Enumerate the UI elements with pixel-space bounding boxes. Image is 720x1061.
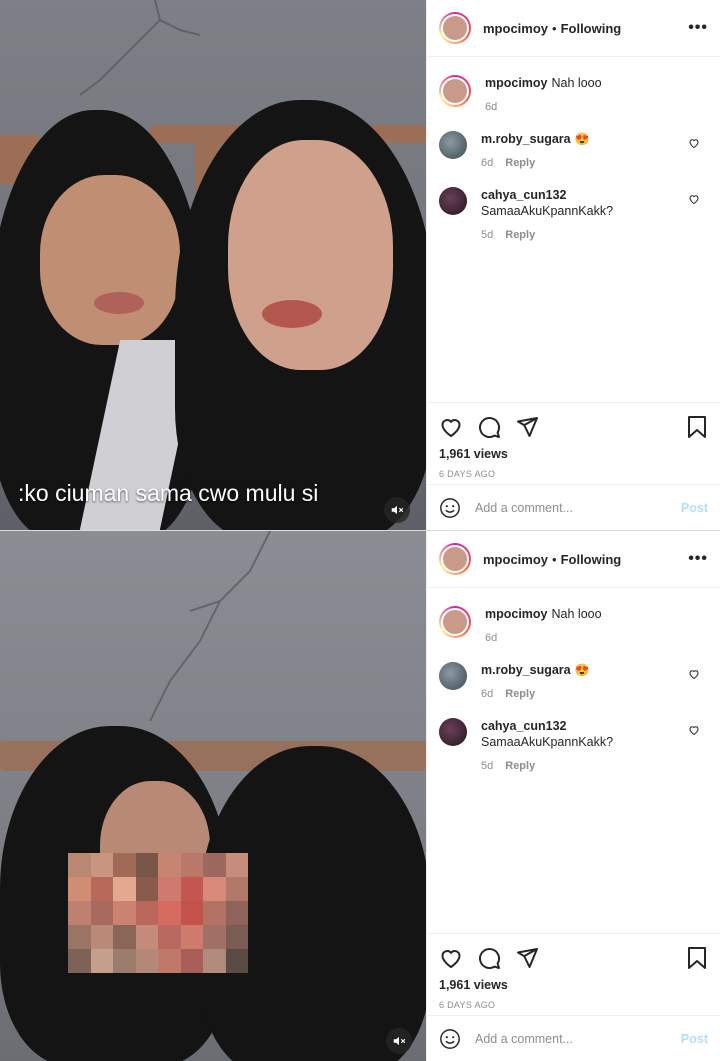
smiley-icon[interactable] xyxy=(439,1028,461,1050)
author-avatar[interactable] xyxy=(439,75,471,107)
post-sidebar: mpocimoy • Following ••• mpocimoy Nah loo… xyxy=(426,0,720,530)
author-avatar[interactable] xyxy=(439,543,471,575)
comment-bubble-icon[interactable] xyxy=(477,946,501,970)
comment-item: m.roby_sugara 😍 6d Reply xyxy=(439,131,706,171)
comment-item: cahya_cun132 SamaaAkuKpannKakk? 5d Reply xyxy=(439,718,706,774)
comment-bubble-icon[interactable] xyxy=(477,415,501,439)
author-avatar[interactable] xyxy=(439,606,471,638)
comment-age[interactable]: 5d xyxy=(481,229,493,241)
paper-plane-icon[interactable] xyxy=(515,946,539,970)
paper-plane-icon[interactable] xyxy=(515,415,539,439)
comment-item: m.roby_sugara 😍 6d Reply xyxy=(439,662,706,702)
wall-crack xyxy=(149,531,271,722)
post-actions: 1,961 views 6 DAYS AGO xyxy=(427,402,720,479)
person-right-lips xyxy=(262,300,322,328)
comment-age[interactable]: 6d xyxy=(485,101,497,113)
pixelated-censor-block xyxy=(68,853,248,973)
post-video[interactable] xyxy=(0,531,426,1061)
reply-button[interactable]: Reply xyxy=(505,688,535,700)
add-comment-bar: Add a comment... Post xyxy=(427,1015,720,1061)
post-date[interactable]: 6 DAYS AGO xyxy=(439,1000,708,1010)
person-left-face xyxy=(40,175,180,345)
commenter-avatar[interactable] xyxy=(439,662,467,690)
view-count[interactable]: 1,961 views xyxy=(439,978,708,992)
heart-icon[interactable] xyxy=(439,946,463,970)
comment-text: Nah looo xyxy=(551,607,602,621)
caption-comment: mpocimoy Nah looo 6d xyxy=(439,606,706,646)
view-count[interactable]: 1,961 views xyxy=(439,447,708,461)
post-sidebar: mpocimoy • Following ••• mpocimoy Nah loo… xyxy=(426,531,720,1061)
post-comment-button[interactable]: Post xyxy=(681,1032,708,1046)
reply-button[interactable]: Reply xyxy=(505,229,535,241)
wall-crack xyxy=(79,0,201,96)
comment-age[interactable]: 6d xyxy=(481,157,493,169)
comment-age[interactable]: 6d xyxy=(481,688,493,700)
person-left-lips xyxy=(94,292,144,314)
comment-like-heart-icon[interactable] xyxy=(688,724,700,736)
following-button[interactable]: Following xyxy=(561,552,622,567)
comment-username[interactable]: mpocimoy xyxy=(485,607,548,621)
comment-text: SamaaAkuKpannKakk? xyxy=(481,735,614,749)
reply-button[interactable]: Reply xyxy=(505,760,535,772)
comment-age[interactable]: 6d xyxy=(485,632,497,644)
post-actions: 1,961 views 6 DAYS AGO xyxy=(427,933,720,1010)
comment-text: SamaaAkuKpannKakk? xyxy=(481,204,614,218)
bookmark-icon[interactable] xyxy=(686,946,708,970)
comment-like-heart-icon[interactable] xyxy=(688,193,700,205)
post-date[interactable]: 6 DAYS AGO xyxy=(439,469,708,479)
reply-button[interactable]: Reply xyxy=(505,157,535,169)
comment-input[interactable]: Add a comment... xyxy=(475,501,681,515)
person-right-face xyxy=(228,140,393,370)
comments-list: mpocimoy Nah looo 6d m.roby_sugara 😍 6d Rep… xyxy=(427,588,720,774)
comment-input[interactable]: Add a comment... xyxy=(475,1032,681,1046)
commenter-avatar[interactable] xyxy=(439,131,467,159)
comment-like-heart-icon[interactable] xyxy=(688,668,700,680)
comment-like-heart-icon[interactable] xyxy=(688,137,700,149)
comment-username[interactable]: m.roby_sugara xyxy=(481,663,571,677)
commenter-avatar[interactable] xyxy=(439,718,467,746)
author-username[interactable]: mpocimoy xyxy=(483,21,548,36)
comment-username[interactable]: cahya_cun132 xyxy=(481,187,702,203)
caption-comment: mpocimoy Nah looo 6d xyxy=(439,75,706,115)
post-header: mpocimoy • Following ••• xyxy=(427,0,720,57)
comments-list: mpocimoy Nah looo 6d m.roby_sugara 😍 6d Rep… xyxy=(427,57,720,243)
author-username[interactable]: mpocimoy xyxy=(483,552,548,567)
header-separator: • xyxy=(552,20,557,36)
commenter-avatar[interactable] xyxy=(439,187,467,215)
post-comment-button[interactable]: Post xyxy=(681,501,708,515)
mute-button[interactable] xyxy=(384,497,410,523)
smiley-icon[interactable] xyxy=(439,497,461,519)
comment-text: Nah looo xyxy=(551,76,602,90)
video-caption: :ko ciuman sama cwo mulu si xyxy=(18,480,319,506)
more-options-icon[interactable]: ••• xyxy=(688,19,708,37)
comment-username[interactable]: mpocimoy xyxy=(485,76,548,90)
following-button[interactable]: Following xyxy=(561,21,622,36)
heart-icon[interactable] xyxy=(439,415,463,439)
muted-speaker-icon xyxy=(393,1036,406,1046)
post-video[interactable]: :ko ciuman sama cwo mulu si xyxy=(0,0,426,530)
muted-speaker-icon xyxy=(391,505,404,515)
bookmark-icon[interactable] xyxy=(686,415,708,439)
header-separator: • xyxy=(552,551,557,567)
comment-age[interactable]: 5d xyxy=(481,760,493,772)
post-header: mpocimoy • Following ••• xyxy=(427,531,720,588)
comment-item: cahya_cun132 SamaaAkuKpannKakk? 5d Reply xyxy=(439,187,706,243)
comment-username[interactable]: cahya_cun132 xyxy=(481,718,702,734)
comment-text: 😍 xyxy=(574,132,590,146)
post-screenshot-bottom: mpocimoy • Following ••• mpocimoy Nah loo… xyxy=(0,531,720,1061)
comment-username[interactable]: m.roby_sugara xyxy=(481,132,571,146)
mute-button[interactable] xyxy=(386,1028,412,1054)
add-comment-bar: Add a comment... Post xyxy=(427,484,720,530)
post-screenshot-top: :ko ciuman sama cwo mulu si mpocimoy • F… xyxy=(0,0,720,530)
author-avatar[interactable] xyxy=(439,12,471,44)
more-options-icon[interactable]: ••• xyxy=(688,550,708,568)
comment-text: 😍 xyxy=(574,663,590,677)
